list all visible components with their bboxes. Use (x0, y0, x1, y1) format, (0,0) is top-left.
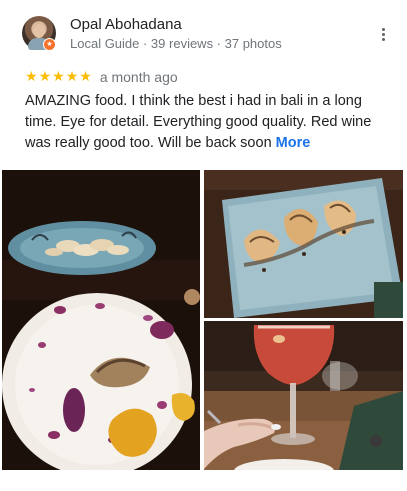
photo-illustration (204, 321, 403, 470)
rating-row: ★ ★ ★ ★ ★ a month ago (25, 68, 178, 86)
review-header: ★ Opal Abohadana Local Guide · 39 review… (22, 16, 392, 56)
avatar-face (33, 24, 45, 38)
star-rating: ★ ★ ★ ★ ★ (25, 69, 92, 85)
review-text: AMAZING food. I think the best i had in … (25, 93, 372, 151)
photo-illustration (2, 170, 200, 470)
more-link[interactable]: More (276, 135, 311, 151)
review-text-block: AMAZING food. I think the best i had in … (25, 91, 385, 154)
local-guide-star-icon: ★ (43, 38, 56, 51)
review-card: ★ Opal Abohadana Local Guide · 39 review… (0, 0, 407, 491)
star-icon: ★ (25, 69, 38, 85)
avatar[interactable]: ★ (22, 16, 56, 51)
star-icon: ★ (38, 69, 52, 85)
photo-illustration (204, 170, 403, 318)
red-wine-glass-photo[interactable] (204, 321, 403, 470)
dumplings-on-blue-plate-photo[interactable] (204, 170, 403, 318)
divider (0, 166, 407, 167)
reviewer-meta: Local Guide · 39 reviews · 37 photos (70, 36, 282, 51)
review-date: a month ago (99, 69, 178, 85)
star-icon: ★ (79, 69, 92, 85)
star-icon: ★ (65, 69, 79, 85)
star-icon: ★ (52, 69, 65, 85)
reviewer-name[interactable]: Opal Abohadana (70, 16, 182, 33)
dumplings-and-plate-photo[interactable] (2, 170, 200, 470)
more-vert-icon[interactable] (374, 25, 392, 43)
